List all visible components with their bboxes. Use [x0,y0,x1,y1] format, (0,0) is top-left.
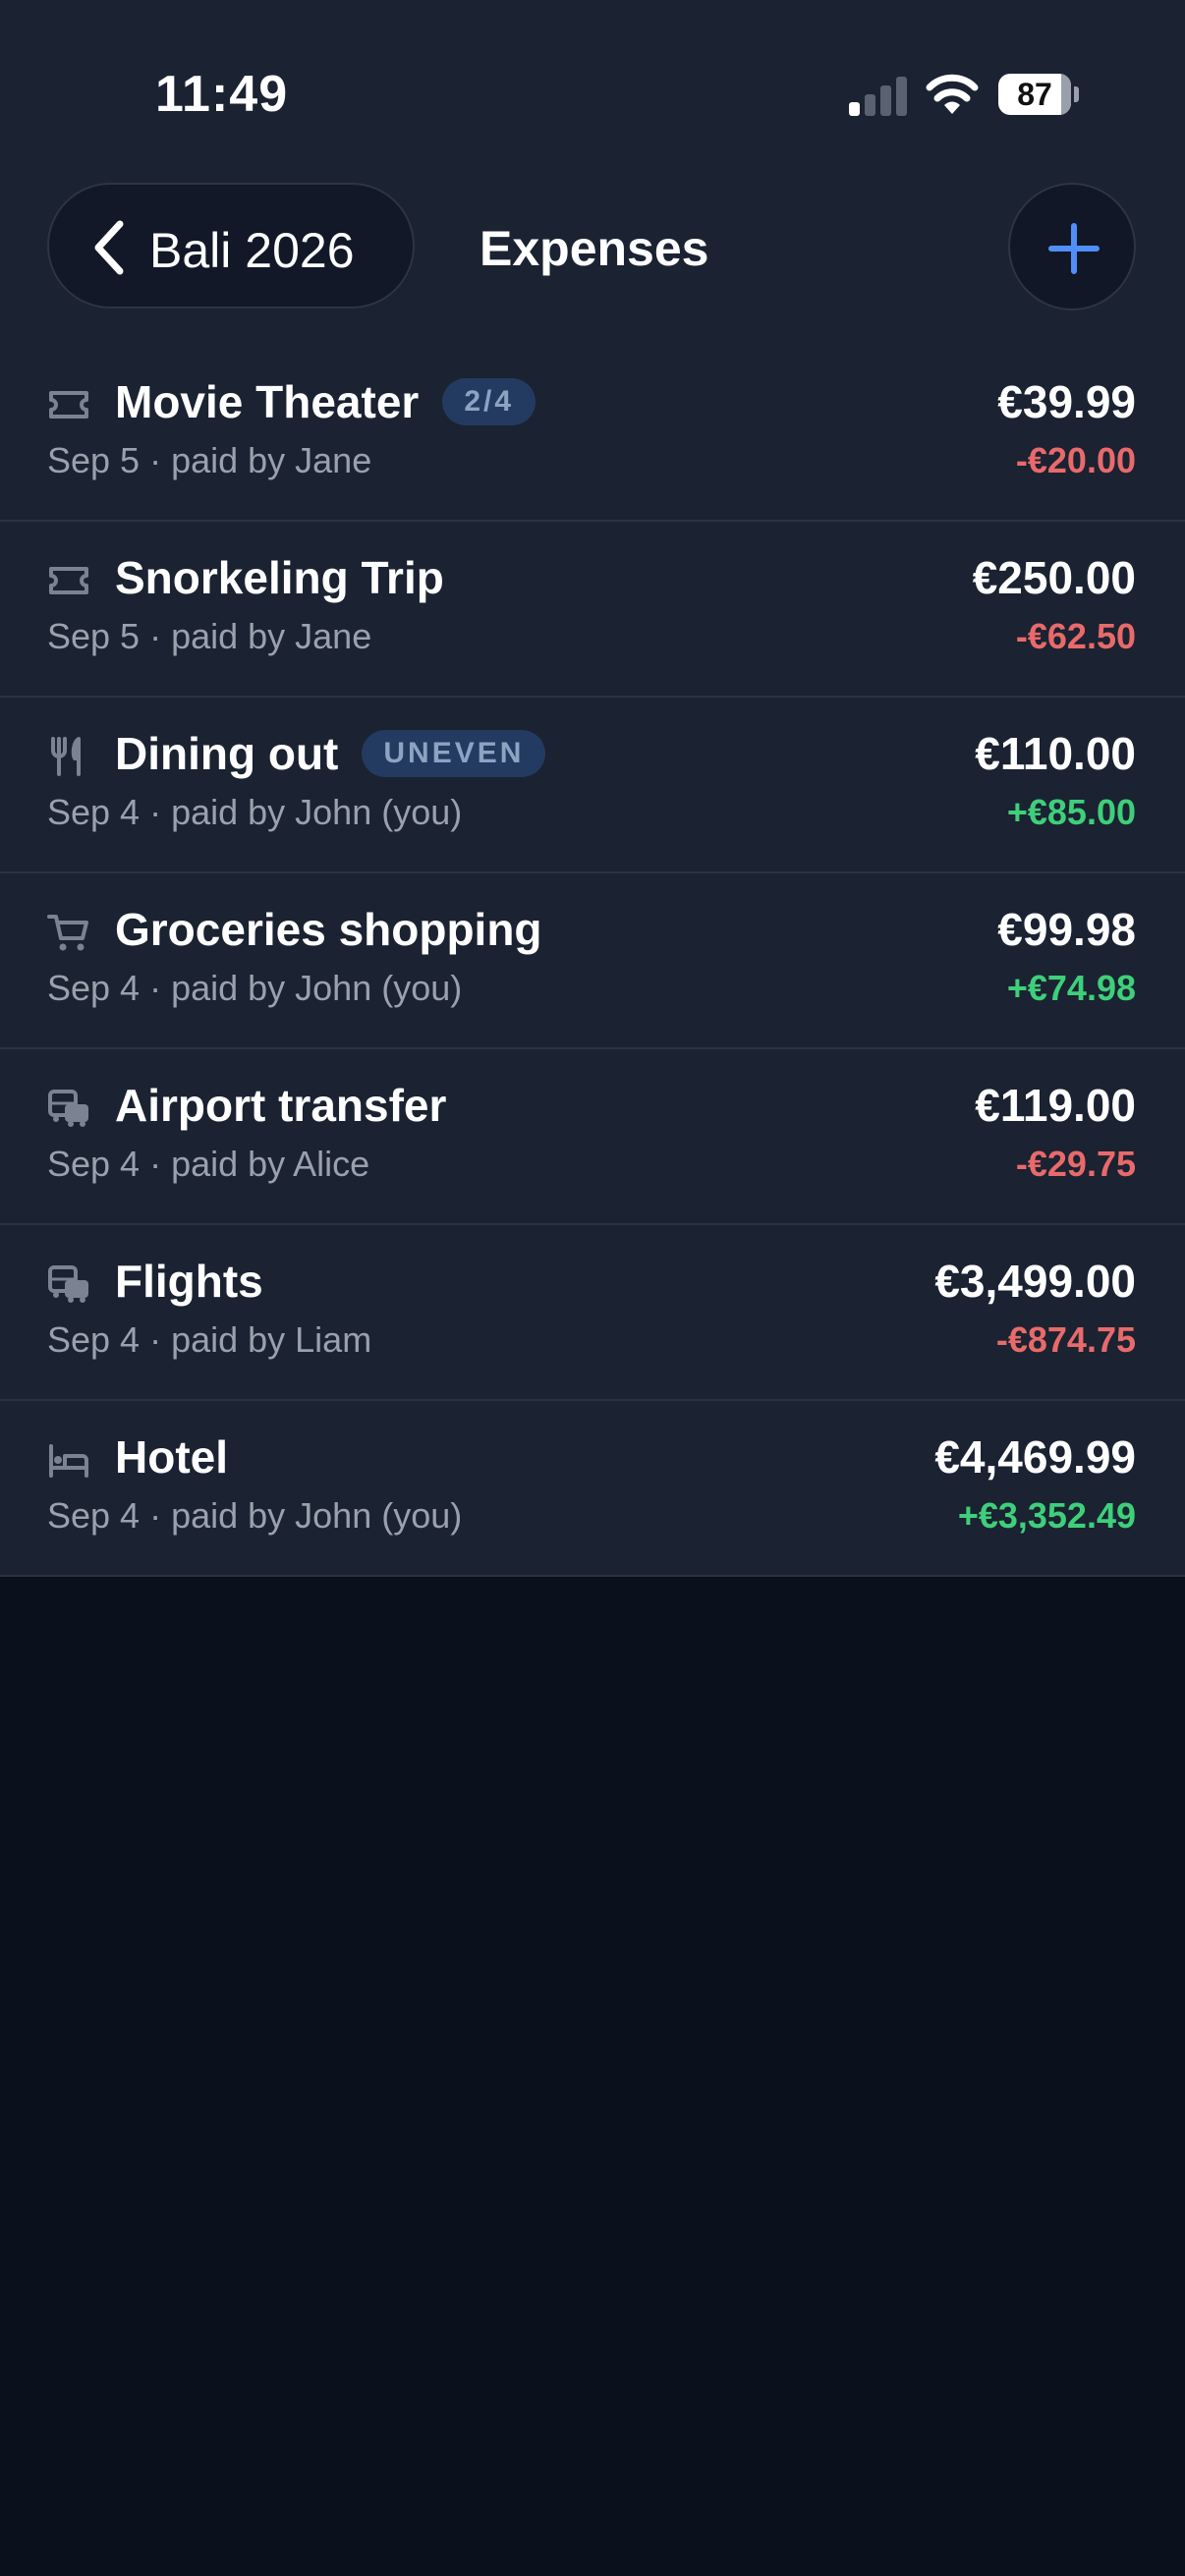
expense-title: Dining out [115,728,339,779]
expense-row[interactable]: Movie Theater 2/4 Sep 5 · paid by Jane €39.… [0,346,1185,522]
expense-balance: -€874.75 [995,1319,1136,1360]
expense-title-group: Dining out UNEVEN [115,727,546,780]
expense-subtitle: Sep 5 · paid by Jane [47,616,372,656]
expense-amount: €110.00 [975,728,1136,779]
expense-subtitle: Sep 4 · paid by Alice [47,1144,370,1184]
chevron-left-icon [94,220,124,275]
page-title: Expenses [480,221,709,276]
split-badge: 2/4 [442,378,536,425]
battery-level: 87 [1017,77,1052,112]
plus-icon [1048,223,1100,274]
transport-icon [47,1087,90,1130]
expense-title-group: Hotel [115,1430,228,1484]
expense-title: Flights [115,1256,263,1307]
expense-balance: +€3,352.49 [957,1495,1136,1536]
back-button[interactable]: Bali 2026 [47,183,415,308]
expense-title-group: Groceries shopping [115,903,542,956]
utensils-icon [47,735,90,778]
expense-title: Airport transfer [115,1080,447,1131]
transport-icon [47,1262,90,1306]
expense-balance: +€74.98 [1006,968,1136,1008]
expense-title: Snorkeling Trip [115,552,444,603]
expense-subtitle: Sep 4 · paid by John (you) [47,792,463,832]
expense-title: Groceries shopping [115,904,542,955]
expense-title-group: Movie Theater 2/4 [115,375,536,428]
expense-row[interactable]: Flights Sep 4 · paid by Liam €3,499.00 -€87… [0,1225,1185,1401]
status-time: 11:49 [155,66,289,123]
expense-row[interactable]: Groceries shopping Sep 4 · paid by John (… [0,873,1185,1049]
ticket-icon [47,559,90,602]
expense-amount: €119.00 [975,1080,1136,1131]
add-expense-button[interactable] [1008,183,1136,310]
expense-subtitle: Sep 4 · paid by John (you) [47,968,463,1008]
shopping-cart-icon [47,911,90,954]
wifi-icon [926,73,979,116]
expense-balance: +€85.00 [1006,792,1136,832]
expense-title: Movie Theater [115,376,420,427]
ticket-icon [47,383,90,426]
battery-tip [1074,86,1079,102]
expense-amount: €39.99 [997,376,1136,427]
expense-title-group: Snorkeling Trip [115,551,444,604]
bed-icon [47,1438,90,1482]
expense-amount: €3,499.00 [934,1256,1136,1307]
expense-subtitle: Sep 4 · paid by Liam [47,1319,372,1360]
expense-subtitle: Sep 4 · paid by John (you) [47,1495,463,1536]
expense-amount: €4,469.99 [934,1431,1136,1483]
expense-amount: €250.00 [972,552,1136,603]
cellular-signal-icon [849,77,908,116]
expense-row[interactable]: Dining out UNEVEN Sep 4 · paid by John (yo… [0,698,1185,873]
back-button-label: Bali 2026 [149,223,355,278]
expense-subtitle: Sep 5 · paid by Jane [47,440,372,480]
expense-amount: €99.98 [997,904,1136,955]
expense-row[interactable]: Hotel Sep 4 · paid by John (you) €4,469.99… [0,1401,1185,1577]
expense-row[interactable]: Airport transfer Sep 4 · paid by Alice €11… [0,1049,1185,1225]
expense-balance: -€62.50 [1015,616,1136,656]
expense-title: Hotel [115,1431,228,1483]
expense-list: Movie Theater 2/4 Sep 5 · paid by Jane €39.… [0,346,1185,1577]
expense-row[interactable]: Snorkeling Trip Sep 5 · paid by Jane €250.… [0,522,1185,698]
expense-title-group: Flights [115,1255,263,1308]
expense-title-group: Airport transfer [115,1079,446,1132]
split-badge: UNEVEN [362,730,546,777]
expense-balance: -€29.75 [1015,1144,1136,1184]
expense-balance: -€20.00 [1015,440,1136,480]
battery-indicator: 87 [998,74,1071,115]
